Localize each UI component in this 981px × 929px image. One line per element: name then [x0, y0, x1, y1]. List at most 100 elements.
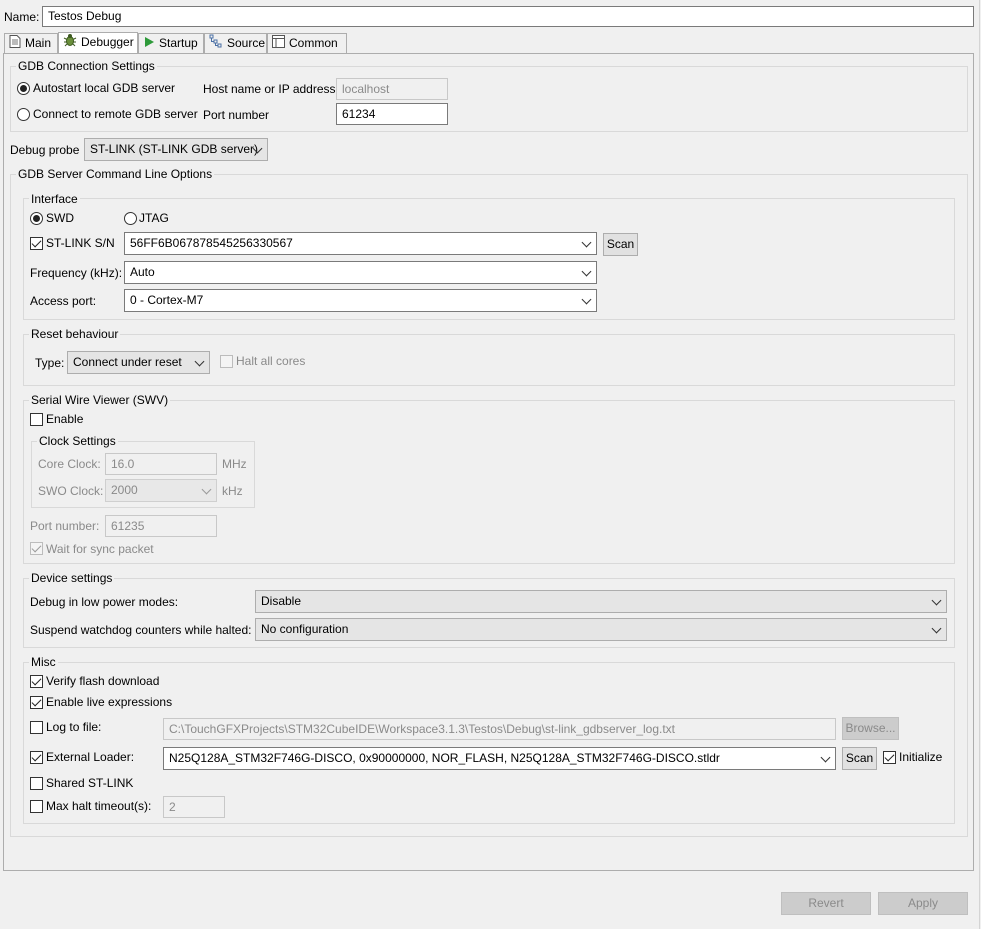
tab-main-label: Main [25, 36, 52, 50]
stlink-sn-checkbox[interactable] [30, 237, 43, 250]
tab-main[interactable]: Main [4, 33, 58, 53]
stlink-sn-select[interactable]: 56FF6B067878545256330567 [124, 232, 597, 255]
live-expr-label: Enable live expressions [46, 695, 173, 709]
ext-loader-value: N25Q128A_STM32F746G-DISCO, 0x90000000, N… [169, 751, 720, 765]
reset-type-label: Type: [35, 356, 65, 370]
play-icon [143, 35, 155, 53]
tab-startup-label: Startup [159, 36, 198, 50]
verify-flash-label: Verify flash download [46, 674, 160, 688]
tab-source[interactable]: Source [204, 33, 267, 53]
reset-type-select[interactable]: Connect under reset [67, 351, 210, 374]
max-halt-label: Max halt timeout(s): [46, 799, 152, 813]
device-settings-title: Device settings [29, 571, 115, 585]
tab-debugger-label: Debugger [81, 35, 134, 49]
max-halt-checkbox[interactable] [30, 800, 43, 813]
low-power-select[interactable]: Disable [255, 590, 947, 613]
remote-radio[interactable] [17, 108, 30, 121]
log-file-checkbox[interactable] [30, 721, 43, 734]
low-power-value: Disable [261, 594, 302, 608]
ext-loader-label: External Loader: [46, 750, 135, 764]
debug-probe-label: Debug probe [10, 143, 80, 157]
ext-loader-checkbox[interactable] [30, 751, 43, 764]
browse-button[interactable]: Browse... [842, 717, 899, 740]
chevron-down-icon [201, 484, 212, 495]
gdb-server-title: GDB Server Command Line Options [16, 167, 215, 181]
log-file-input[interactable]: C:\TouchGFXProjects\STM32CubeIDE\Workspa… [163, 718, 836, 740]
clock-settings-title: Clock Settings [37, 434, 118, 448]
interface-title: Interface [29, 192, 80, 206]
reset-type-value: Connect under reset [73, 355, 182, 369]
ext-loader-scan-button[interactable]: Scan [842, 747, 877, 770]
chevron-down-icon [820, 752, 831, 763]
debug-probe-select[interactable]: ST-LINK (ST-LINK GDB server) [84, 138, 268, 161]
swo-clock-unit: kHz [222, 484, 243, 498]
revert-button[interactable]: Revert [781, 892, 871, 915]
halt-all-label: Halt all cores [236, 354, 306, 368]
ext-loader-select[interactable]: N25Q128A_STM32F746G-DISCO, 0x90000000, N… [163, 747, 836, 770]
access-port-value: 0 - Cortex-M7 [130, 293, 204, 307]
chevron-down-icon [931, 595, 942, 606]
stlink-scan-button[interactable]: Scan [603, 233, 638, 256]
document-icon [9, 34, 21, 53]
swo-clock-label: SWO Clock: [38, 484, 104, 498]
source-icon [209, 34, 223, 53]
shared-stlink-checkbox[interactable] [30, 777, 43, 790]
reset-title: Reset behaviour [29, 327, 121, 341]
swo-clock-select[interactable]: 2000 [105, 479, 217, 502]
gdb-connection-group [10, 66, 968, 132]
jtag-label: JTAG [139, 211, 169, 225]
halt-all-checkbox[interactable] [220, 355, 233, 368]
stlink-sn-label: ST-LINK S/N [46, 236, 115, 250]
initialize-checkbox[interactable] [883, 751, 896, 764]
bug-icon [63, 33, 77, 52]
watchdog-value: No configuration [261, 622, 349, 636]
swv-enable-label: Enable [46, 412, 84, 426]
swv-port-label: Port number: [30, 519, 100, 533]
shared-stlink-label: Shared ST-LINK [46, 776, 134, 790]
tab-common-label: Common [289, 36, 338, 50]
chevron-down-icon [931, 623, 942, 634]
autostart-radio[interactable] [17, 82, 30, 95]
max-halt-input[interactable]: 2 [163, 796, 225, 818]
swd-radio[interactable] [30, 212, 43, 225]
misc-title: Misc [29, 655, 58, 669]
core-clock-unit: MHz [222, 457, 247, 471]
tab-common[interactable]: Common [267, 33, 347, 53]
gdb-connection-title: GDB Connection Settings [16, 59, 157, 73]
common-icon [272, 34, 285, 53]
remote-label: Connect to remote GDB server [33, 107, 198, 121]
debug-probe-value: ST-LINK (ST-LINK GDB server) [90, 142, 259, 156]
tab-startup[interactable]: Startup [138, 33, 204, 53]
apply-button[interactable]: Apply [878, 892, 968, 915]
chevron-down-icon [581, 237, 592, 248]
window-edge [979, 0, 980, 929]
host-label: Host name or IP address [203, 82, 336, 96]
watchdog-select[interactable]: No configuration [255, 618, 947, 641]
access-port-select[interactable]: 0 - Cortex-M7 [124, 289, 597, 312]
core-clock-input[interactable]: 16.0 [105, 453, 217, 475]
chevron-down-icon [581, 294, 592, 305]
port-input[interactable]: 61234 [336, 103, 448, 125]
frequency-select[interactable]: Auto [124, 261, 597, 284]
swv-title: Serial Wire Viewer (SWV) [29, 393, 171, 407]
tab-debugger[interactable]: Debugger [58, 32, 138, 54]
live-expr-checkbox[interactable] [30, 696, 43, 709]
stlink-sn-value: 56FF6B067878545256330567 [130, 236, 293, 250]
verify-flash-checkbox[interactable] [30, 675, 43, 688]
watchdog-label: Suspend watchdog counters while halted: [30, 623, 252, 637]
wait-sync-checkbox[interactable] [30, 542, 43, 555]
swv-enable-checkbox[interactable] [30, 413, 43, 426]
swv-port-input[interactable]: 61235 [105, 515, 217, 537]
jtag-radio[interactable] [124, 212, 137, 225]
tab-source-label: Source [227, 36, 266, 50]
autostart-label: Autostart local GDB server [33, 81, 176, 95]
log-file-label: Log to file: [46, 720, 102, 734]
port-label: Port number [203, 108, 270, 122]
core-clock-label: Core Clock: [38, 457, 101, 471]
frequency-label: Frequency (kHz): [30, 266, 123, 280]
frequency-value: Auto [130, 265, 155, 279]
name-label: Name: [4, 10, 40, 24]
name-input[interactable]: Testos Debug [42, 6, 974, 27]
host-input[interactable]: localhost [336, 78, 448, 100]
access-port-label: Access port: [30, 294, 97, 308]
